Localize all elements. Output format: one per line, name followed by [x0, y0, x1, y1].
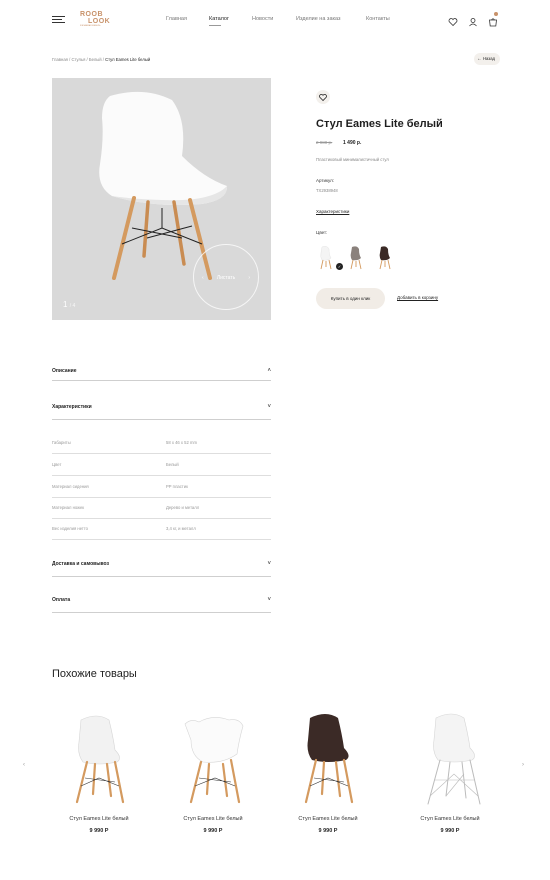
product-card-price: 9 990 Р — [89, 828, 109, 834]
product-card-image — [427, 713, 481, 805]
accordion-delivery[interactable]: Доставка и самовывоз ˅ — [52, 561, 271, 577]
product-card-price: 9 990 Р — [203, 828, 223, 834]
accordion-payment-label: Оплата — [52, 597, 71, 603]
spec-key: Вес изделия нетто — [52, 526, 89, 531]
nav-active-underline — [209, 25, 221, 26]
product-card-image — [75, 715, 125, 804]
characteristics-link[interactable]: Характеристики — [316, 209, 349, 214]
spec-row: Вес изделия нетто 3,4 кг, и металл — [52, 519, 271, 540]
breadcrumb-chairs[interactable]: Стулья — [71, 57, 85, 62]
color-swatch-white[interactable]: ✓ — [318, 245, 343, 271]
short-description: Пластиковый минималистичный стул — [316, 157, 389, 162]
accordion-characteristics-label: Характеристики — [52, 404, 92, 410]
breadcrumb: Главная / Стулья / Белый / Стул Eames Li… — [52, 57, 150, 62]
add-to-favorites-button[interactable] — [316, 90, 330, 104]
accordion-description[interactable]: Описание ˄ — [52, 368, 271, 381]
cart-icon[interactable] — [488, 12, 498, 27]
breadcrumb-white[interactable]: Белый — [89, 57, 102, 62]
accordion-delivery-label: Доставка и самовывоз — [52, 561, 109, 567]
spec-key: Габариты — [52, 440, 71, 445]
selected-check-icon: ✓ — [336, 263, 343, 270]
spec-key: Материал сидения — [52, 484, 89, 489]
breadcrumb-separator: / — [86, 57, 88, 62]
accordion-description-label: Описание — [52, 368, 77, 374]
chevron-down-icon: ˅ — [267, 561, 271, 567]
logo[interactable]: ROOB LOOK ЖЕЛАЕМАЯ МЕБЕЛЬ — [80, 11, 120, 28]
product-card-image — [304, 714, 354, 804]
nav-catalog[interactable]: Каталог — [209, 16, 229, 22]
nav-home[interactable]: Главная — [166, 16, 187, 22]
logo-line2: LOOK — [88, 18, 111, 25]
menu-burger-icon[interactable] — [52, 16, 65, 24]
breadcrumb-home[interactable]: Главная — [52, 57, 68, 62]
product-card-name[interactable]: Стул Eames Lite белый — [395, 816, 505, 822]
carousel-next-icon[interactable]: › — [522, 762, 524, 768]
similar-products-title: Похожие товары — [52, 668, 137, 680]
nav-contacts[interactable]: Контакты — [366, 16, 390, 22]
spec-value: Дерево и металл — [166, 505, 200, 510]
product-card-price: 9 990 Р — [440, 828, 460, 834]
accordion-payment[interactable]: Оплата ˅ — [52, 597, 271, 613]
nav-custom-order[interactable]: Изделие на заказ — [296, 16, 341, 22]
product-gallery[interactable]: 1 / 4 ‹ Листать › — [52, 78, 271, 320]
carousel-prev-icon[interactable]: ‹ — [23, 762, 25, 768]
spec-key: Материал ножек — [52, 505, 85, 510]
heart-icon[interactable] — [448, 14, 458, 27]
chevron-up-icon: ˄ — [267, 368, 271, 374]
user-icon[interactable] — [468, 14, 478, 27]
spec-value: 58 x 46 x 52 mm — [166, 440, 197, 445]
color-swatch-gray[interactable] — [348, 245, 364, 271]
back-label: Назад — [483, 56, 495, 61]
product-card[interactable]: Стул Eames Lite белый 9 990 Р — [395, 710, 505, 834]
product-title: Стул Eames Lite белый — [316, 118, 443, 130]
swipe-circle[interactable]: ‹ Листать › — [193, 244, 259, 310]
product-card-name[interactable]: Стул Eames Lite белый — [44, 816, 154, 822]
spec-value: 3,4 кг, и металл — [166, 526, 196, 531]
back-button[interactable]: ← Назад — [474, 53, 500, 65]
color-label: Цвет: — [316, 230, 328, 235]
add-to-cart-link[interactable]: Добавить в корзину — [397, 295, 438, 300]
spec-row: Габариты 58 x 46 x 52 mm — [52, 433, 271, 454]
chevron-down-icon: ˅ — [267, 597, 271, 603]
chevron-right-icon[interactable]: › — [248, 245, 250, 311]
buy-one-click-button[interactable]: Купить в один клик — [316, 288, 385, 309]
gallery-total: / 4 — [69, 303, 76, 309]
gallery-current: 1 — [63, 300, 68, 309]
chevron-left-icon[interactable]: ‹ — [202, 245, 204, 311]
current-price: 1 490 р. — [343, 140, 362, 146]
article-value: TX2938948 — [316, 188, 338, 193]
product-card-price: 9 990 Р — [318, 828, 338, 834]
spec-row: Цвет Белый — [52, 455, 271, 476]
nav-news[interactable]: Новости — [252, 16, 273, 22]
spec-key: Цвет — [52, 462, 62, 467]
gallery-counter: 1 / 4 — [63, 300, 75, 309]
spec-row: Материал ножек Дерево и металл — [52, 498, 271, 519]
heart-icon — [319, 94, 327, 102]
spec-value: Белый — [166, 462, 179, 467]
breadcrumb-separator: / — [102, 57, 104, 62]
spec-row: Материал сидения PP пластик — [52, 477, 271, 498]
product-card-image — [184, 717, 244, 804]
color-swatch-brown[interactable] — [377, 245, 393, 271]
old-price: 2 980 р. — [316, 140, 333, 145]
product-card[interactable]: Стул Eames Lite белый 9 990 Р — [44, 710, 154, 834]
cart-badge — [494, 12, 498, 16]
arrow-left-icon: ← — [477, 56, 482, 62]
product-card-name[interactable]: Стул Eames Lite белый — [273, 816, 383, 822]
breadcrumb-current: Стул Eames Lite белый — [105, 57, 151, 62]
swipe-label: Листать — [216, 275, 236, 281]
accordion-characteristics[interactable]: Характеристики ˅ — [52, 404, 271, 420]
logo-tagline: ЖЕЛАЕМАЯ МЕБЕЛЬ — [80, 25, 101, 27]
logo-line1: ROOB — [80, 11, 103, 18]
spec-value: PP пластик — [166, 484, 188, 489]
product-card[interactable]: Стул Eames Lite белый 9 990 Р — [158, 710, 268, 834]
article-label: Артикул: — [316, 178, 335, 183]
product-card-name[interactable]: Стул Eames Lite белый — [158, 816, 268, 822]
product-card[interactable]: Стул Eames Lite белый 9 990 Р — [273, 710, 383, 834]
chevron-down-icon: ˅ — [267, 404, 271, 410]
